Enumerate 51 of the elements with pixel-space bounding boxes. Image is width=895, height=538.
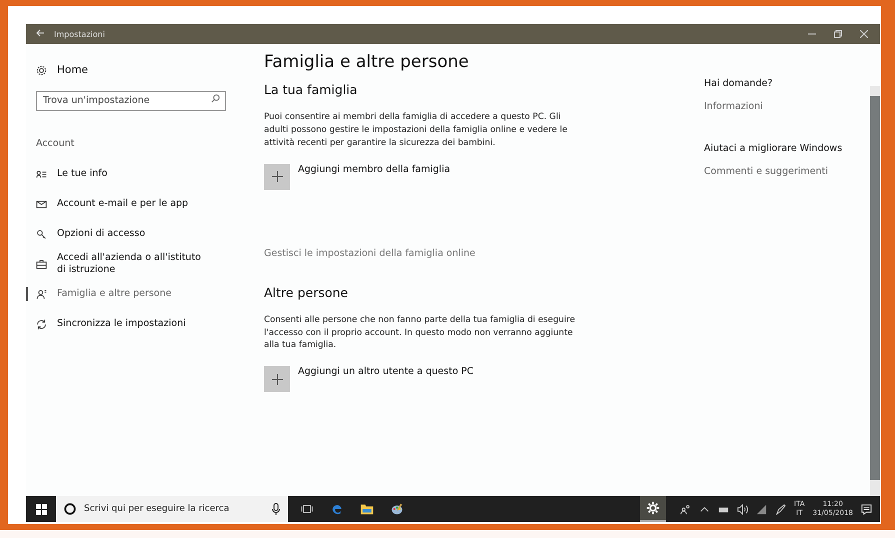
cortana-icon[interactable] (64, 503, 76, 515)
folder-icon[interactable] (360, 502, 374, 516)
sync-icon (36, 318, 47, 330)
plus-icon (272, 171, 282, 182)
sidebar-item[interactable]: Opzioni di accesso (26, 219, 236, 249)
search-icon (211, 94, 220, 102)
notification-icon[interactable] (861, 504, 872, 514)
briefcase-icon (36, 258, 47, 270)
sidebar-item[interactable]: Sincronizza le impostazioni (26, 309, 236, 339)
help-heading: Aiutaci a migliorare Windows (704, 143, 844, 154)
section-label: Account (36, 138, 76, 149)
add-button[interactable]: Aggiungi membro della famiglia (264, 164, 450, 190)
scrollbar[interactable] (870, 86, 880, 496)
person-icon (36, 288, 47, 300)
palette-icon[interactable] (390, 502, 404, 516)
mail-icon (36, 198, 47, 210)
section-heading: Altre persone (264, 284, 349, 300)
browser-icon[interactable] (330, 502, 344, 516)
description-text: Consenti alle persone che non fanno parte della tua famiglia di eseguire l'accesso con il proprio account. In questo modo non verranno aggiunte alla tua famiglia. (264, 314, 576, 352)
restore-icon[interactable] (834, 30, 842, 38)
people-icon[interactable] (680, 504, 692, 514)
sidebar-item[interactable]: Le tue info (26, 159, 236, 189)
search-input[interactable]: Scrivi qui per eseguire la ricerca (82, 503, 266, 515)
task-view-icon[interactable] (300, 502, 314, 516)
help-heading: Hai domande? (704, 78, 774, 89)
description-text: Puoi consentire ai membri della famiglia di accedere a questo PC. Gli adulti possono gestire le impostazioni della famiglia online e vedere le attività recenti per garantire la sicurezza dei bambini. (264, 111, 568, 150)
window-title: Impostazioni (54, 30, 106, 38)
key-icon (36, 228, 47, 240)
pen-icon[interactable] (775, 504, 786, 514)
contact-card-icon (36, 168, 47, 180)
start-icon[interactable] (36, 504, 46, 514)
search-field[interactable]: Trova un'impostazione (36, 90, 226, 110)
sidebar-item[interactable]: Accedi all'azienda o all'istituto di istruzione (26, 249, 236, 279)
settings-link[interactable]: Gestisci le impostazioni della famiglia online (264, 248, 694, 259)
microphone-icon[interactable] (272, 503, 280, 515)
gear-icon[interactable] (36, 64, 47, 76)
add-button[interactable]: Aggiungi un altro utente a questo PC (264, 366, 474, 392)
sidebar-item[interactable]: Famiglia e altre persone (26, 279, 236, 309)
close-icon[interactable] (860, 30, 868, 38)
wifi-icon[interactable] (756, 504, 768, 514)
help-link[interactable]: Informazioni (704, 101, 763, 112)
taskbar-search-field[interactable]: Scrivi qui per eseguire la ricerca (56, 496, 288, 522)
back-icon[interactable] (36, 29, 44, 37)
plus-icon (272, 374, 282, 385)
section-heading: La tua famiglia (264, 82, 358, 97)
help-link[interactable]: Commenti e suggerimenti (704, 166, 828, 177)
sidebar-item[interactable]: Account e-mail e per le app (26, 189, 236, 219)
settings-icon[interactable] (646, 501, 660, 515)
volume-icon[interactable] (737, 504, 748, 514)
home-link[interactable]: Home (57, 64, 88, 76)
page-title: Famiglia e altre persone (264, 52, 470, 72)
